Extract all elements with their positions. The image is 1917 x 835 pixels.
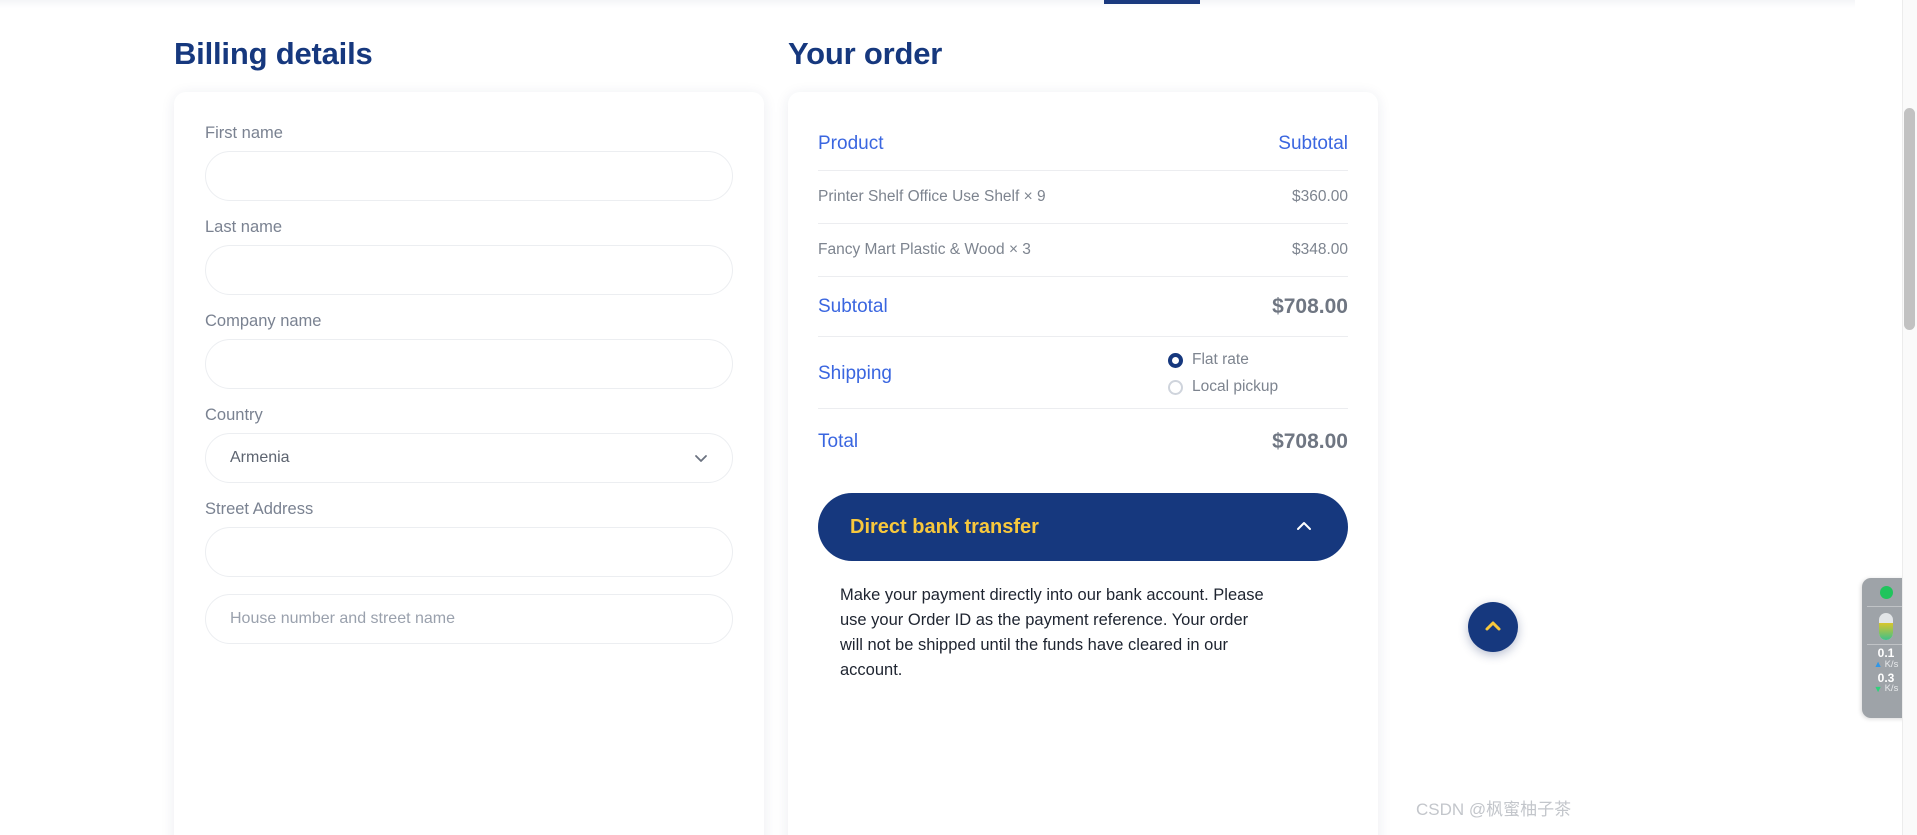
page-title-your-order: Your order [788,36,943,71]
table-row: Printer Shelf Office Use Shelf × 9 $360.… [818,171,1348,224]
active-tab-indicator [1104,0,1200,4]
country-selected-value: Armenia [230,449,290,466]
order-total-row: Total $708.00 [818,409,1348,475]
radio-selected-icon [1168,352,1183,368]
divider [1867,644,1905,645]
country-select[interactable]: Armenia [205,433,733,483]
subtotal-value: $708.00 [1272,294,1348,318]
shipping-method-options: Flat rate Local pickup [1168,351,1348,396]
total-value: $708.00 [1272,430,1348,453]
field-group-country: Country Armenia [205,406,733,483]
field-group-first-name: First name [205,124,733,201]
radio-unselected-icon [1168,379,1183,395]
total-label: Total [818,431,859,452]
order-shipping-row: Shipping Flat rate Local pickup [818,337,1348,409]
upload-speed-unit: K/s [1884,658,1899,670]
subtotal-label: Subtotal [818,295,888,317]
label-street-address: Street Address [205,500,314,518]
last-name-input[interactable] [205,245,733,295]
column-header-subtotal: Subtotal [1278,133,1348,154]
order-item-price: $360.00 [1291,188,1348,205]
chevron-up-icon [1481,614,1505,641]
payment-method-label: Direct bank transfer [850,515,1039,538]
field-group-street-address-line2 [205,594,733,644]
page-scrollbar-track[interactable] [1902,0,1917,835]
shipping-option-label: Flat rate [1192,351,1249,368]
field-group-last-name: Last name [205,218,733,295]
first-name-input[interactable] [205,151,733,201]
shipping-option-flat-rate[interactable]: Flat rate [1168,351,1249,369]
order-summary-card: Product Subtotal Printer Shelf Office Us… [788,92,1378,835]
payment-method-direct-bank-transfer-button[interactable]: Direct bank transfer [818,493,1348,561]
chevron-up-icon [1292,514,1316,541]
status-online-icon [1879,586,1893,599]
shipping-option-local-pickup[interactable]: Local pickup [1168,378,1278,396]
label-country: Country [205,406,263,424]
order-item-price: $348.00 [1291,241,1348,258]
billing-form: First name Last name Company name Countr… [205,124,733,661]
label-company-name: Company name [205,312,322,330]
page-top-band [0,0,1855,8]
street-address-input[interactable] [205,527,733,577]
label-last-name: Last name [205,218,283,236]
country-select-wrapper: Armenia [205,433,733,483]
scroll-to-top-button[interactable] [1468,602,1518,652]
column-header-product: Product [818,133,884,154]
watermark: CSDN @枫蜜柚子茶 [1416,800,1572,819]
battery-gauge-icon [1879,613,1893,640]
order-item-name: Printer Shelf Office Use Shelf × 9 [818,188,1046,205]
download-speed-stat: 0.3 ▼ K/s [1873,671,1899,695]
checkout-page: Billing details First name Last name Com… [0,0,1917,835]
table-row: Fancy Mart Plastic & Wood × 3 $348.00 [818,224,1348,277]
page-title-billing-details: Billing details [174,36,373,71]
arrow-up-icon: ▲ [1873,659,1883,670]
upload-speed-stat: 0.1 ▲ K/s [1874,647,1899,670]
order-subtotal-row: Subtotal $708.00 [818,277,1348,337]
field-group-company-name: Company name [205,312,733,389]
page-scrollbar-thumb[interactable] [1904,108,1915,330]
payment-method-description: Make your payment directly into our bank… [840,586,1264,680]
house-number-street-name-input[interactable] [205,594,733,644]
download-speed-unit: K/s [1884,683,1899,695]
field-group-street-address: Street Address [205,500,733,577]
shipping-label: Shipping [818,362,892,384]
order-table-header-row: Product Subtotal [818,118,1348,171]
label-first-name: First name [205,124,283,142]
upload-speed-value: 0.1 [1877,646,1895,660]
company-name-input[interactable] [205,339,733,389]
shipping-option-label: Local pickup [1192,378,1279,395]
divider [1867,606,1905,607]
order-summary-table: Product Subtotal Printer Shelf Office Us… [818,118,1348,683]
billing-details-card: First name Last name Company name Countr… [174,92,764,835]
order-item-name: Fancy Mart Plastic & Wood × 3 [818,241,1031,258]
arrow-down-icon: ▼ [1873,683,1883,694]
